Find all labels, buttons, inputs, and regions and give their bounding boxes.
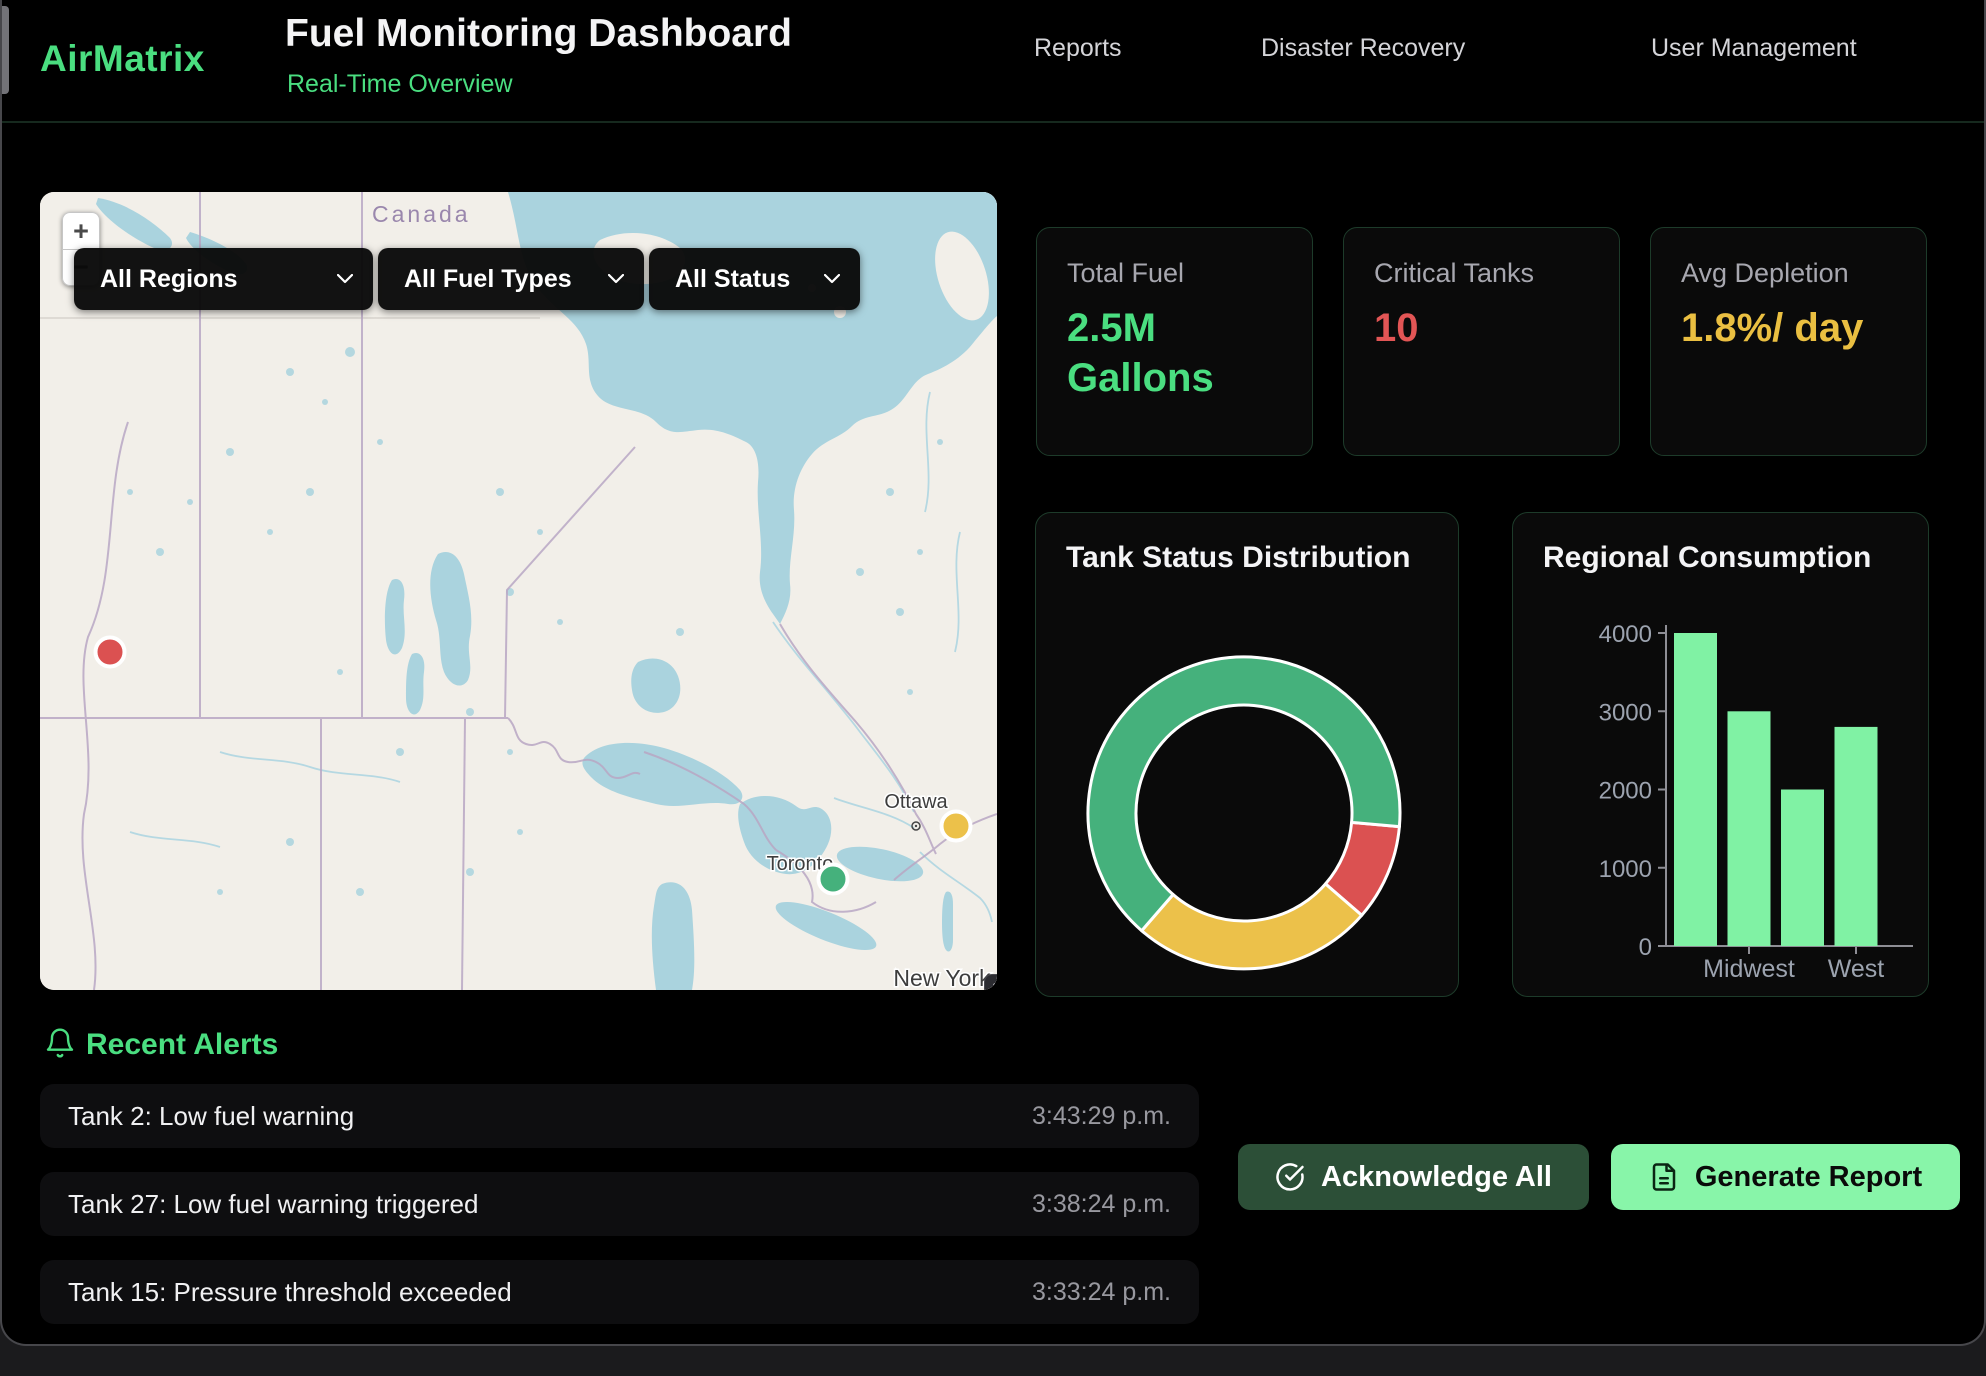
alert-row[interactable]: Tank 2: Low fuel warning 3:43:29 p.m. [40, 1084, 1199, 1148]
stat-label: Total Fuel [1067, 258, 1282, 289]
map-canvas: Canada Ottawa Toronto New York [40, 192, 997, 990]
filter-status-label: All Status [675, 265, 790, 294]
alert-timestamp: 3:33:24 p.m. [1032, 1278, 1171, 1307]
tank-status-donut-chart [1074, 643, 1414, 983]
tank-marker-warning[interactable] [942, 812, 971, 841]
bar[interactable] [1728, 711, 1771, 946]
chevron-down-icon [337, 274, 353, 284]
page-title: Fuel Monitoring Dashboard [285, 12, 792, 56]
filter-status-dropdown[interactable]: All Status [649, 248, 860, 310]
bar[interactable] [1781, 790, 1824, 947]
alert-row[interactable]: Tank 15: Pressure threshold exceeded 3:3… [40, 1260, 1199, 1324]
generate-report-label: Generate Report [1695, 1161, 1922, 1194]
bar[interactable] [1835, 727, 1878, 946]
x-tick-label: Midwest [1703, 955, 1795, 983]
alert-text: Tank 27: Low fuel warning triggered [68, 1189, 478, 1220]
alert-timestamp: 3:43:29 p.m. [1032, 1102, 1171, 1131]
regional-consumption-card: Regional Consumption 0 1000 2000 3000 4000 Mi… [1512, 512, 1929, 997]
stat-card-avg-depletion: Avg Depletion 1.8%/ day [1650, 227, 1927, 456]
chart-title: Tank Status Distribution [1066, 541, 1410, 575]
ottawa-town-dot [915, 825, 917, 827]
map-panel[interactable]: Canada Ottawa Toronto New York + − All R… [40, 192, 997, 990]
map-resize-handle[interactable] [984, 974, 997, 990]
stat-card-critical-tanks: Critical Tanks 10 [1343, 227, 1620, 456]
alert-text: Tank 2: Low fuel warning [68, 1101, 354, 1132]
dashboard-window: AirMatrix Fuel Monitoring Dashboard Real… [0, 0, 1986, 1346]
regional-consumption-bar-chart: 0 1000 2000 3000 4000 Midwest West [1513, 585, 1929, 985]
generate-report-button[interactable]: Generate Report [1611, 1144, 1960, 1210]
y-tick-label: 3000 [1599, 699, 1652, 726]
map-label-new-york: New York [893, 965, 991, 990]
screen: AirMatrix Fuel Monitoring Dashboard Real… [0, 0, 1986, 1376]
stat-label: Critical Tanks [1374, 258, 1589, 289]
nav-user-management[interactable]: User Management [1651, 34, 1857, 63]
header: AirMatrix Fuel Monitoring Dashboard Real… [2, 0, 1984, 123]
nav-disaster-recovery[interactable]: Disaster Recovery [1261, 34, 1465, 63]
stat-card-total-fuel: Total Fuel 2.5M Gallons [1036, 227, 1313, 456]
bar[interactable] [1674, 633, 1717, 946]
alert-timestamp: 3:38:24 p.m. [1032, 1190, 1171, 1219]
app-logo: AirMatrix [40, 38, 205, 80]
chevron-down-icon [824, 274, 840, 284]
alert-row[interactable]: Tank 27: Low fuel warning triggered 3:38… [40, 1172, 1199, 1236]
file-text-icon [1649, 1162, 1679, 1192]
acknowledge-all-button[interactable]: Acknowledge All [1238, 1144, 1589, 1210]
filter-fuel-types-label: All Fuel Types [404, 265, 572, 294]
map-filters: All Regions All Fuel Types All Status [74, 248, 860, 310]
check-circle-icon [1275, 1162, 1305, 1192]
filter-fuel-types-dropdown[interactable]: All Fuel Types [378, 248, 644, 310]
map-zoom-in-button[interactable]: + [62, 212, 100, 249]
stat-value: 2.5M Gallons [1067, 303, 1262, 403]
page-subtitle: Real-Time Overview [287, 70, 513, 99]
x-tick-label: West [1828, 955, 1885, 983]
acknowledge-all-label: Acknowledge All [1321, 1161, 1552, 1194]
tank-status-distribution-card: Tank Status Distribution [1035, 512, 1459, 997]
map-label-ottawa: Ottawa [884, 791, 948, 813]
bell-icon [44, 1026, 76, 1060]
donut-slice-warning[interactable] [1142, 884, 1362, 969]
tank-marker-critical[interactable] [96, 638, 125, 667]
y-tick-label: 0 [1639, 934, 1652, 961]
tank-marker-normal[interactable] [819, 865, 848, 894]
alert-text: Tank 15: Pressure threshold exceeded [68, 1277, 512, 1308]
chevron-down-icon [608, 274, 624, 284]
drag-dots-icon [990, 981, 997, 990]
y-tick-label: 1000 [1599, 856, 1652, 883]
recent-alerts-heading: Recent Alerts [86, 1028, 278, 1062]
filter-regions-label: All Regions [100, 265, 238, 294]
y-tick-label: 4000 [1599, 621, 1652, 648]
chart-title: Regional Consumption [1543, 541, 1871, 575]
y-tick-label: 2000 [1599, 778, 1652, 805]
stat-value: 10 [1374, 303, 1569, 353]
map-label-canada: Canada [372, 201, 471, 227]
stat-value: 1.8%/ day [1681, 303, 1876, 353]
stat-label: Avg Depletion [1681, 258, 1896, 289]
nav-reports[interactable]: Reports [1034, 34, 1122, 63]
filter-regions-dropdown[interactable]: All Regions [74, 248, 373, 310]
